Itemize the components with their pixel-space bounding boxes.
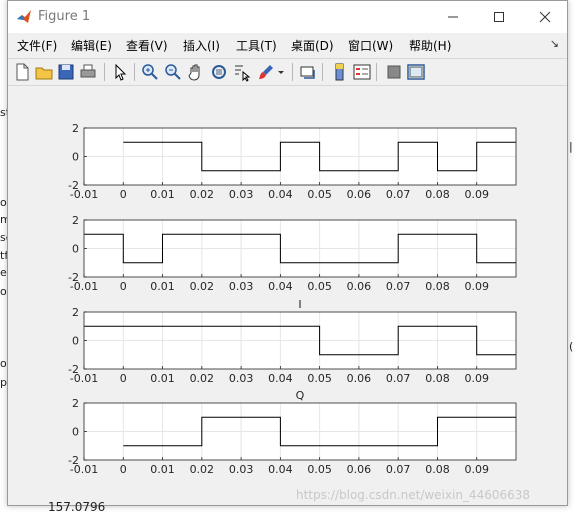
- axes-title: Q: [296, 389, 305, 402]
- x-tick-label: 0.04: [268, 188, 293, 201]
- x-tick-label: 0.04: [268, 463, 293, 476]
- watermark-text: https://blog.csdn.net/weixin_44606638: [296, 488, 531, 502]
- axes-1: -0.01 0 0.01 0.02 0.03 0.04 0.05 0.06 0.07 0.08 0.…: [68, 122, 517, 201]
- y-tick-label: 2: [72, 214, 79, 227]
- x-tick-label: 0.07: [386, 280, 411, 293]
- x-tick-label: 0.03: [229, 280, 254, 293]
- x-tick-label: 0.09: [464, 463, 489, 476]
- x-tick-label: 0.01: [150, 463, 175, 476]
- x-tick-label: 0.08: [425, 463, 450, 476]
- axes-3: -0.01 0 0.01 0.02 0.03 0.04 0.05 0.06 0.07 0.08 0.…: [68, 298, 517, 385]
- bg-text-fragment: (: [569, 340, 574, 353]
- y-tick-label: 0: [72, 151, 79, 164]
- y-tick-label: 0: [72, 426, 79, 439]
- x-tick-label: 0.06: [347, 463, 372, 476]
- y-tick-label: -2: [68, 179, 79, 192]
- x-tick-label: 0.04: [268, 372, 293, 385]
- x-tick-label: 0.07: [386, 372, 411, 385]
- y-tick-label: 0: [72, 335, 79, 348]
- axes-4: -0.01 0 0.01 0.02 0.03 0.04 0.05 0.06 0.07 0.08 0.…: [68, 389, 517, 476]
- x-tick-label: 0: [120, 372, 127, 385]
- x-tick-label: 0.08: [425, 280, 450, 293]
- x-tick-label: 0.03: [229, 463, 254, 476]
- x-tick-label: 0.02: [190, 188, 215, 201]
- x-tick-label: 0.04: [268, 280, 293, 293]
- x-tick-label: 0.07: [386, 188, 411, 201]
- x-tick-label: 0.01: [150, 188, 175, 201]
- bg-text-fragment: p: [0, 376, 7, 389]
- x-tick-label: 0.02: [190, 463, 215, 476]
- x-tick-label: 0.06: [347, 280, 372, 293]
- y-tick-label: -2: [68, 454, 79, 467]
- bg-text-fragment: |: [569, 140, 573, 153]
- x-tick-label: 0.06: [347, 188, 372, 201]
- y-tick-label: 2: [72, 306, 79, 319]
- y-tick-label: -2: [68, 363, 79, 376]
- y-tick-label: -2: [68, 271, 79, 284]
- bg-value-text: 157.0796: [48, 500, 106, 514]
- y-tick-label: 2: [72, 122, 79, 135]
- x-tick-label: 0.07: [386, 463, 411, 476]
- x-tick-label: 0.03: [229, 188, 254, 201]
- x-tick-label: 0.05: [307, 463, 332, 476]
- axes-title: I: [298, 298, 301, 311]
- x-tick-label: 0: [120, 188, 127, 201]
- x-tick-label: 0.02: [190, 280, 215, 293]
- x-tick-label: 0.02: [190, 372, 215, 385]
- y-tick-label: 0: [72, 243, 79, 256]
- x-tick-label: 0: [120, 280, 127, 293]
- y-tick-label: 2: [72, 397, 79, 410]
- x-tick-label: 0.05: [307, 372, 332, 385]
- figure-canvas: -0.01 0 0.01 0.02 0.03 0.04 0.05 0.06 0.07 0.08 0.…: [68, 122, 517, 476]
- axes-2: -0.01 0 0.01 0.02 0.03 0.04 0.05 0.06 0.07 0.08 0.…: [68, 214, 517, 293]
- x-tick-label: 0.08: [425, 372, 450, 385]
- x-tick-label: 0.08: [425, 188, 450, 201]
- x-tick-label: 0.09: [464, 280, 489, 293]
- x-tick-label: 0: [120, 463, 127, 476]
- x-tick-label: 0.06: [347, 372, 372, 385]
- x-tick-label: 0.03: [229, 372, 254, 385]
- figure-window: Figure 1 文件(F) 编辑(E) 查看(V) 插入(I) 工具(T) 桌…: [7, 0, 568, 506]
- x-tick-label: 0.01: [150, 372, 175, 385]
- x-tick-label: 0.09: [464, 188, 489, 201]
- x-tick-label: 0.09: [464, 372, 489, 385]
- x-tick-label: 0.01: [150, 280, 175, 293]
- x-tick-label: 0.05: [307, 280, 332, 293]
- x-tick-label: 0.05: [307, 188, 332, 201]
